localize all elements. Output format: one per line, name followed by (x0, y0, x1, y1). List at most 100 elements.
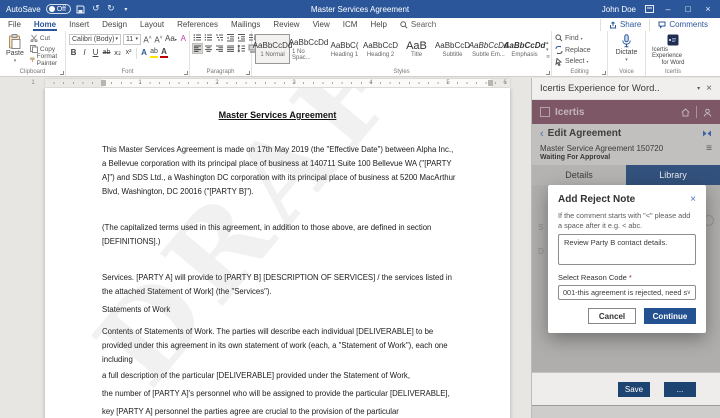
grow-font-button[interactable]: A˄ (143, 33, 152, 46)
justify-icon[interactable] (226, 44, 235, 53)
change-case-button[interactable]: Aa▾ (165, 34, 177, 45)
document-paragraph[interactable]: Services. [PARTY A] will provide to [PAR… (102, 271, 458, 299)
more-actions-button[interactable]: ... (664, 382, 696, 397)
ribbon-tab[interactable]: Help (369, 19, 387, 31)
font-size-combo[interactable]: 11 ▾ (123, 34, 141, 45)
document-paragraph[interactable]: key [PARTY A] personnel the parties agre… (102, 405, 458, 418)
superscript-button[interactable]: x² (124, 48, 133, 58)
search-box[interactable]: Search (400, 20, 436, 29)
pane-tab[interactable]: Details (532, 165, 626, 185)
ribbon-tab[interactable]: Insert (68, 19, 90, 31)
align-center-icon[interactable] (204, 44, 213, 53)
multilevel-list-icon[interactable] (215, 33, 224, 42)
style-card[interactable]: AaBbC( Heading 1 (327, 34, 362, 64)
italic-button[interactable]: I (80, 48, 89, 58)
back-chevron-icon[interactable]: ‹ (540, 128, 544, 140)
styles-scroll-up-icon[interactable]: ▴ (546, 40, 550, 46)
cut-button[interactable]: Cut (30, 33, 62, 43)
font-color-button[interactable]: A (160, 48, 168, 58)
ribbon-tab[interactable]: References (176, 19, 219, 31)
reason-code-select[interactable]: 001-this agreement is rejected, need som… (558, 285, 696, 300)
paste-dropdown-icon[interactable]: ▾ (14, 58, 17, 64)
document-paragraph[interactable]: the number of [PARTY A]'s personnel who … (102, 387, 458, 401)
ribbon-tab[interactable]: File (7, 19, 22, 31)
share-button[interactable]: Share (600, 19, 649, 31)
document-paragraph[interactable]: Statements of Work (102, 303, 458, 317)
document-paragraph[interactable]: (The capitalized terms used in this agre… (102, 221, 458, 249)
styles-dialog-launcher-icon[interactable] (546, 71, 550, 75)
numbering-icon[interactable] (204, 33, 213, 42)
shrink-font-button[interactable]: A˅ (154, 33, 163, 46)
home-icon[interactable] (681, 108, 690, 117)
icertis-experience-button[interactable]: Icertis Experience for Word (649, 33, 697, 67)
select-button[interactable]: Select ▾ (555, 56, 591, 67)
subscript-button[interactable]: x₂ (113, 48, 122, 58)
text-effects-button[interactable]: A (140, 49, 148, 57)
document-heading[interactable]: Master Services Agreement (45, 110, 510, 120)
ribbon-display-options-icon[interactable] (644, 3, 654, 15)
save-button[interactable]: Save (618, 382, 650, 397)
task-pane-menu-icon[interactable]: ▾ (697, 85, 700, 92)
format-painter-button[interactable]: Format Painter (30, 55, 62, 65)
ribbon-tab[interactable]: Layout (139, 19, 165, 31)
ribbon-tab[interactable]: Review (272, 19, 300, 31)
bullets-icon[interactable] (193, 33, 202, 42)
align-right-icon[interactable] (215, 44, 224, 53)
cancel-button[interactable]: Cancel (588, 308, 636, 324)
clipboard-dialog-launcher-icon[interactable] (60, 71, 64, 75)
undo-icon[interactable]: ↺ (91, 3, 101, 15)
style-card[interactable]: AaBbCcD Subtitle (435, 34, 470, 64)
underline-button[interactable]: U (91, 48, 100, 58)
document-paragraph[interactable]: a full description of the particular [DE… (102, 369, 458, 383)
left-indent-marker[interactable] (101, 80, 106, 86)
minimize-icon[interactable]: – (662, 3, 674, 15)
font-dialog-launcher-icon[interactable] (184, 71, 188, 75)
highlight-color-button[interactable]: ab (150, 48, 158, 58)
horizontal-ruler[interactable]: 1123456 (45, 79, 510, 87)
paste-button[interactable]: Paste ▾ (3, 33, 27, 67)
dictate-dropdown-icon[interactable]: ▾ (625, 57, 628, 63)
ribbon-tab[interactable]: ICM (342, 19, 359, 31)
user-name[interactable]: John Doe (602, 5, 636, 14)
increase-indent-icon[interactable] (237, 33, 246, 42)
ribbon-tab[interactable]: Design (101, 19, 128, 31)
clear-formatting-button[interactable]: A (179, 34, 188, 44)
strikethrough-button[interactable]: ab (102, 48, 111, 58)
document-paragraph[interactable]: This Master Services Agreement is made o… (102, 143, 458, 199)
ribbon-tab[interactable]: Mailings (230, 19, 261, 31)
style-card[interactable]: AaB Title (399, 34, 434, 64)
font-family-combo[interactable]: Calibri (Body) ▾ (69, 34, 121, 45)
dictate-button[interactable]: Dictate ▾ (613, 33, 641, 67)
maximize-icon[interactable]: □ (682, 3, 694, 15)
pane-tab[interactable]: Library (626, 165, 720, 185)
document-paragraph[interactable]: Contents of Statements of Work. The part… (102, 325, 458, 367)
document-page[interactable]: DRAFT Master Services Agreement This Mas… (45, 88, 510, 418)
right-indent-marker[interactable] (488, 80, 493, 86)
style-card[interactable]: AaBbCcDd Subtle Em... (471, 34, 506, 64)
task-pane-close-icon[interactable]: × (706, 83, 712, 94)
ribbon-tab[interactable]: View (312, 19, 331, 31)
dialog-close-icon[interactable]: × (690, 194, 696, 205)
autosave-toggle[interactable]: Off (46, 4, 71, 14)
styles-gallery-expand-icon[interactable]: ≡ (546, 54, 550, 60)
save-icon[interactable] (76, 3, 86, 15)
reject-note-input[interactable]: Review Party B contact details. (558, 234, 696, 265)
find-button[interactable]: Find ▾ (555, 33, 591, 44)
continue-button[interactable]: Continue (644, 308, 696, 324)
comments-button[interactable]: Comments (649, 19, 716, 31)
bold-button[interactable]: B (69, 48, 78, 58)
style-card[interactable]: AaBbCcD Heading 2 (363, 34, 398, 64)
qat-customize-icon[interactable]: ▾ (121, 3, 131, 15)
styles-scroll-down-icon[interactable]: ▾ (546, 47, 550, 53)
align-left-icon[interactable] (193, 44, 202, 53)
hamburger-menu-icon[interactable]: ≡ (706, 144, 712, 154)
editing-dialog-launcher-icon[interactable] (602, 71, 606, 75)
user-profile-icon[interactable] (703, 108, 712, 117)
redo-icon[interactable]: ↻ (106, 3, 116, 15)
style-card[interactable]: AaBbCcDd 1 No Spac... (291, 34, 326, 64)
style-card[interactable]: AaBbCcDd 1 Normal (255, 34, 290, 64)
document-canvas[interactable]: DRAFT Master Services Agreement This Mas… (0, 88, 531, 418)
replace-button[interactable]: Replace (555, 45, 591, 56)
decrease-indent-icon[interactable] (226, 33, 235, 42)
paragraph-dialog-launcher-icon[interactable] (246, 71, 250, 75)
